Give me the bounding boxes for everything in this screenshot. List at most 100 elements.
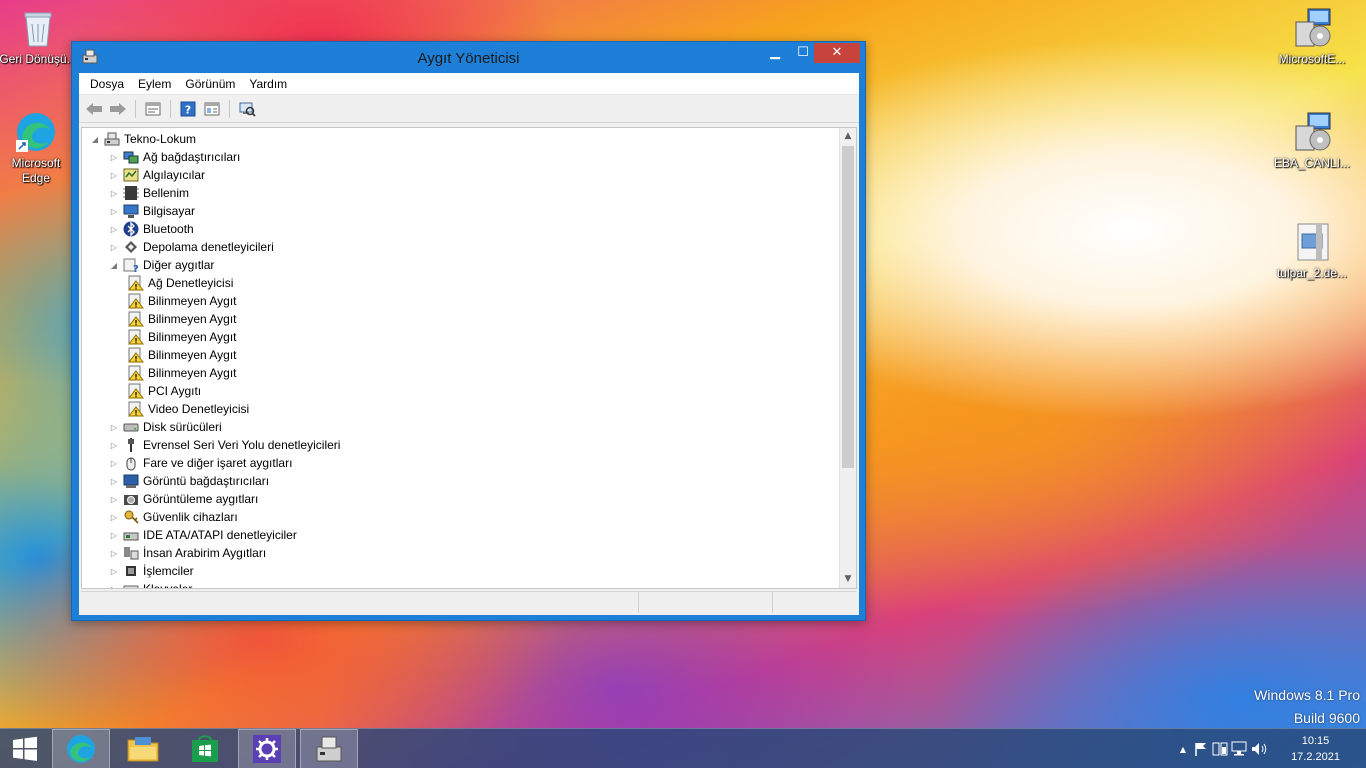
- desktop-icon-tulpar[interactable]: tulpar_2.de...: [1272, 220, 1352, 281]
- tree-category-item[interactable]: ▷ Bluetooth: [109, 220, 194, 238]
- tree-root[interactable]: ◢ Tekno-Lokum: [90, 130, 196, 148]
- collapse-arrow-icon[interactable]: ◢: [90, 135, 100, 144]
- expand-arrow-icon[interactable]: ▷: [109, 171, 119, 180]
- network-icon[interactable]: [1230, 741, 1250, 757]
- properties-button[interactable]: [142, 98, 164, 120]
- scroll-down-icon[interactable]: ▼: [840, 571, 856, 588]
- minimize-button[interactable]: ▁: [762, 43, 788, 63]
- expand-arrow-icon[interactable]: ▷: [109, 513, 119, 522]
- tree-category-item[interactable]: ▷ Disk sürücüleri: [109, 418, 222, 436]
- system-tray: ▲: [1174, 729, 1270, 768]
- help-button[interactable]: ?: [177, 98, 199, 120]
- taskbar-device-manager[interactable]: [300, 729, 358, 768]
- taskbar-clock[interactable]: 10:15 17.2.2021: [1291, 733, 1340, 765]
- tree-item-label: Bilgisayar: [143, 204, 196, 218]
- firmware-icon: [123, 186, 139, 200]
- show-hidden-icons-icon[interactable]: ▲: [1174, 745, 1192, 754]
- tree-category-item[interactable]: ▷ İşlemciler: [109, 562, 194, 580]
- tree-device-item[interactable]: Bilinmeyen Aygıt: [128, 328, 237, 346]
- title-bar[interactable]: Aygıt Yöneticisi ▁ ☐ ✕: [72, 42, 865, 73]
- menu-dosya[interactable]: Dosya: [83, 77, 131, 91]
- taskbar-edge[interactable]: [52, 729, 110, 768]
- scan-hardware-button[interactable]: [236, 98, 258, 120]
- ide-controller-icon: [123, 532, 139, 541]
- menu-yardim[interactable]: Yardım: [242, 77, 294, 91]
- menu-eylem[interactable]: Eylem: [131, 77, 178, 91]
- device-tree[interactable]: ◢ Tekno-Lokum ▷ Ağ bağdaştırıcıları ▷ Algıl…: [81, 127, 857, 589]
- desktop-icon-recycle-bin[interactable]: Geri Dönüşü...: [0, 6, 78, 67]
- tree-category-item[interactable]: ▷ Bilgisayar: [109, 202, 195, 220]
- expand-arrow-icon[interactable]: ▷: [109, 225, 119, 234]
- tree-device-item[interactable]: Bilinmeyen Aygıt: [128, 364, 237, 382]
- start-button[interactable]: [0, 729, 50, 768]
- scroll-up-icon[interactable]: ▲: [840, 128, 856, 145]
- tree-category-item[interactable]: ▷ Depolama denetleyicileri: [109, 238, 274, 256]
- taskbar-store[interactable]: [176, 729, 234, 768]
- collapse-arrow-icon[interactable]: ◢: [109, 261, 119, 270]
- archive-file-icon: [1297, 223, 1329, 261]
- action-center-flag-icon[interactable]: [1192, 741, 1210, 757]
- expand-arrow-icon[interactable]: ▷: [109, 549, 119, 558]
- tree-item-label: Güvenlik cihazları: [143, 510, 238, 524]
- tree-category-item[interactable]: ▷ Görüntü bağdaştırıcıları: [109, 472, 269, 490]
- power-icon[interactable]: [1210, 741, 1230, 757]
- tree-category-item[interactable]: ▷ Fare ve diğer işaret aygıtları: [109, 454, 292, 472]
- tree-device-item[interactable]: Bilinmeyen Aygıt: [128, 292, 237, 310]
- desktop-icon-eba[interactable]: EBA_CANLI...: [1272, 110, 1352, 171]
- tree-category-item[interactable]: ▷ İnsan Arabirim Aygıtları: [109, 544, 266, 562]
- tree-category-item[interactable]: ▷ Evrensel Seri Veri Yolu denetleyicileri: [109, 436, 340, 454]
- expand-arrow-icon[interactable]: ▷: [109, 243, 119, 252]
- tree-item-label: Bilinmeyen Aygıt: [148, 312, 237, 326]
- vertical-scrollbar[interactable]: ▲ ▼: [839, 128, 856, 588]
- close-button[interactable]: ✕: [814, 43, 860, 63]
- tree-category-item[interactable]: ▷ Görüntüleme aygıtları: [109, 490, 258, 508]
- scroll-thumb[interactable]: [842, 146, 854, 468]
- toolbar-separator: [135, 99, 136, 118]
- taskbar-file-explorer[interactable]: [114, 729, 172, 768]
- file-explorer-icon: [127, 737, 159, 762]
- expand-arrow-icon[interactable]: ▷: [109, 207, 119, 216]
- tree-item-label: Bilinmeyen Aygıt: [148, 366, 237, 380]
- tree-item-label: Disk sürücüleri: [143, 420, 222, 434]
- tree-item-label: Bilinmeyen Aygıt: [148, 294, 237, 308]
- tree-category-item[interactable]: ▷ Klavyeler: [109, 580, 192, 588]
- maximize-button[interactable]: ☐: [790, 43, 816, 63]
- expand-arrow-icon[interactable]: ▷: [109, 459, 119, 468]
- edge-icon: [67, 735, 95, 763]
- expand-arrow-icon[interactable]: ▷: [109, 531, 119, 540]
- expand-arrow-icon[interactable]: ▷: [109, 477, 119, 486]
- tree-category-item[interactable]: ▷ Güvenlik cihazları: [109, 508, 238, 526]
- tree-device-item[interactable]: Bilinmeyen Aygıt: [128, 310, 237, 328]
- tree-category-item[interactable]: ▷ Ağ bağdaştırıcıları: [109, 148, 240, 166]
- tree-category-item[interactable]: ◢? Diğer aygıtlar: [109, 256, 214, 274]
- show-hide-button[interactable]: [201, 98, 223, 120]
- tree-device-item[interactable]: PCI Aygıtı: [128, 382, 201, 400]
- expand-arrow-icon[interactable]: ▷: [109, 189, 119, 198]
- tree-device-item[interactable]: Video Denetleyicisi: [128, 400, 249, 418]
- expand-arrow-icon[interactable]: ▷: [109, 153, 119, 162]
- expand-arrow-icon[interactable]: ▷: [109, 585, 119, 589]
- menu-gorunum[interactable]: Görünüm: [178, 77, 242, 91]
- back-button[interactable]: [83, 98, 105, 120]
- tree-category-item[interactable]: ▷ Algılayıcılar: [109, 166, 205, 184]
- settings-icon: [253, 735, 281, 763]
- tree-category-item[interactable]: ▷ Bellenim: [109, 184, 189, 202]
- taskbar-settings[interactable]: [238, 729, 296, 768]
- volume-icon[interactable]: [1250, 741, 1270, 757]
- keyboard-icon: [123, 585, 139, 588]
- tree-device-item[interactable]: Ağ Denetleyicisi: [128, 274, 233, 292]
- desktop-icon-edge[interactable]: Microsoft Edge: [0, 110, 76, 186]
- tree-item-label: Görüntüleme aygıtları: [143, 492, 259, 506]
- forward-button[interactable]: [107, 98, 129, 120]
- expand-arrow-icon[interactable]: ▷: [109, 495, 119, 504]
- warning-device-icon: [128, 275, 144, 291]
- tree-category-item[interactable]: ▷ IDE ATA/ATAPI denetleyiciler: [109, 526, 297, 544]
- desktop-icon-microsoft-setup[interactable]: MicrosoftE...: [1272, 6, 1352, 67]
- warning-device-icon: [128, 347, 144, 363]
- tree-device-item[interactable]: Bilinmeyen Aygıt: [128, 346, 237, 364]
- expand-arrow-icon[interactable]: ▷: [109, 441, 119, 450]
- expand-arrow-icon[interactable]: ▷: [109, 567, 119, 576]
- window-title: Aygıt Yöneticisi: [417, 50, 520, 67]
- menu-bar: Dosya Eylem Görünüm Yardım: [79, 73, 859, 95]
- expand-arrow-icon[interactable]: ▷: [109, 423, 119, 432]
